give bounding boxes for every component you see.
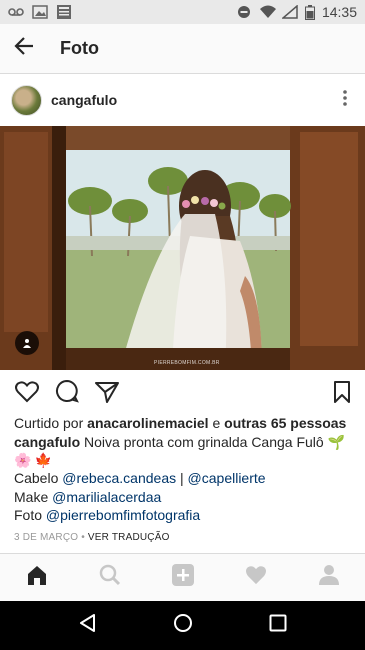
send-icon bbox=[95, 381, 119, 408]
heart-icon bbox=[245, 565, 267, 590]
voicemail-icon bbox=[8, 5, 24, 19]
credit-separator: | bbox=[176, 470, 188, 486]
circle-home-icon bbox=[173, 613, 193, 638]
likes-conjunction: e bbox=[208, 415, 225, 431]
caption-text: Noiva pronta com grinalda Canga Fulô bbox=[80, 433, 328, 450]
back-button[interactable] bbox=[0, 24, 48, 74]
nav-activity[interactable] bbox=[236, 558, 276, 598]
photo-watermark: PIERREBOMFIM.COM.BR bbox=[154, 360, 220, 366]
nav-profile[interactable] bbox=[309, 558, 349, 598]
see-translation-link[interactable]: VER TRADUÇÃO bbox=[88, 532, 170, 543]
post-meta: 3 DE MARÇO • VER TRADUÇÃO bbox=[14, 529, 354, 548]
post-header: cangafulo bbox=[0, 74, 365, 126]
app-bar: Foto bbox=[0, 24, 365, 74]
triangle-back-icon bbox=[79, 614, 97, 637]
maple-leaf-emoji: 🍁 bbox=[34, 451, 52, 468]
mention-link[interactable]: @marilialacerdaa bbox=[52, 489, 161, 505]
meta-separator: • bbox=[78, 531, 88, 543]
caption-emoji-line: 🌸 🍁 bbox=[14, 451, 354, 469]
person-icon bbox=[22, 338, 32, 348]
bottom-nav bbox=[0, 553, 365, 601]
comment-button[interactable] bbox=[54, 379, 80, 409]
image-icon bbox=[32, 5, 48, 19]
credit-line-photo: Foto @pierrebomfimfotografia bbox=[14, 506, 354, 525]
photo-illustration bbox=[0, 126, 365, 370]
clock: 14:35 bbox=[321, 4, 357, 20]
likes-line: Curtido por anacarolinemaciel e outras 6… bbox=[14, 414, 354, 433]
like-button[interactable] bbox=[14, 380, 40, 408]
do-not-disturb-icon bbox=[236, 5, 252, 19]
system-nav-bar bbox=[0, 601, 365, 650]
profile-icon bbox=[318, 564, 340, 591]
wifi-icon bbox=[259, 5, 276, 19]
credit-line-hair: Cabelo @rebeca.candeas | @capellierte bbox=[14, 469, 354, 488]
more-options-button[interactable] bbox=[325, 80, 365, 120]
post-actions bbox=[0, 378, 365, 410]
more-vertical-icon bbox=[342, 89, 348, 112]
cherry-blossom-emoji: 🌸 bbox=[14, 451, 32, 468]
mention-link[interactable]: @rebeca.candeas bbox=[62, 470, 176, 486]
user-tags-button[interactable] bbox=[15, 331, 39, 355]
page-title: Foto bbox=[60, 38, 99, 58]
arrow-left-icon bbox=[14, 36, 34, 61]
credit-line-make: Make @marilialacerdaa bbox=[14, 488, 354, 507]
news-icon bbox=[56, 5, 72, 19]
add-icon bbox=[171, 564, 194, 591]
post-caption-area: Curtido por anacarolinemaciel e outras 6… bbox=[14, 414, 354, 547]
likes-prefix: Curtido por bbox=[14, 415, 88, 431]
post-photo[interactable]: PIERREBOMFIM.COM.BR bbox=[0, 126, 365, 370]
likes-others-count[interactable]: outras 65 pessoas bbox=[224, 415, 346, 431]
credit-label: Cabelo bbox=[14, 470, 63, 486]
nav-home[interactable] bbox=[17, 558, 57, 598]
mention-link[interactable]: @capellierte bbox=[188, 470, 266, 486]
battery-icon bbox=[304, 5, 315, 20]
signal-icon bbox=[280, 4, 298, 19]
caption-username[interactable]: cangafulo bbox=[14, 434, 80, 450]
liked-by-user[interactable]: anacarolinemaciel bbox=[87, 415, 208, 431]
share-button[interactable] bbox=[94, 381, 120, 407]
system-home-button[interactable] bbox=[163, 606, 203, 646]
save-button[interactable] bbox=[329, 380, 355, 408]
home-icon bbox=[26, 564, 48, 591]
post-date: 3 DE MARÇO bbox=[14, 531, 79, 543]
system-recents-button[interactable] bbox=[258, 606, 298, 646]
avatar[interactable] bbox=[11, 84, 42, 116]
status-bar: 14:35 bbox=[0, 0, 365, 24]
nav-add[interactable] bbox=[163, 558, 203, 598]
post-username[interactable]: cangafulo bbox=[51, 92, 117, 108]
credit-label: Make bbox=[14, 488, 53, 505]
square-recents-icon bbox=[269, 614, 287, 637]
seedling-emoji: 🌱 bbox=[327, 433, 346, 450]
comment-icon bbox=[55, 379, 79, 409]
system-back-button[interactable] bbox=[68, 606, 108, 646]
nav-search[interactable] bbox=[90, 558, 130, 598]
mention-link[interactable]: @pierrebomfimfotografia bbox=[46, 507, 200, 523]
search-icon bbox=[99, 564, 121, 591]
credit-label: Foto bbox=[14, 507, 46, 523]
heart-icon bbox=[15, 380, 39, 408]
caption-line: cangafulo Noiva pronta com grinalda Cang… bbox=[14, 433, 354, 452]
bookmark-icon bbox=[333, 380, 351, 408]
